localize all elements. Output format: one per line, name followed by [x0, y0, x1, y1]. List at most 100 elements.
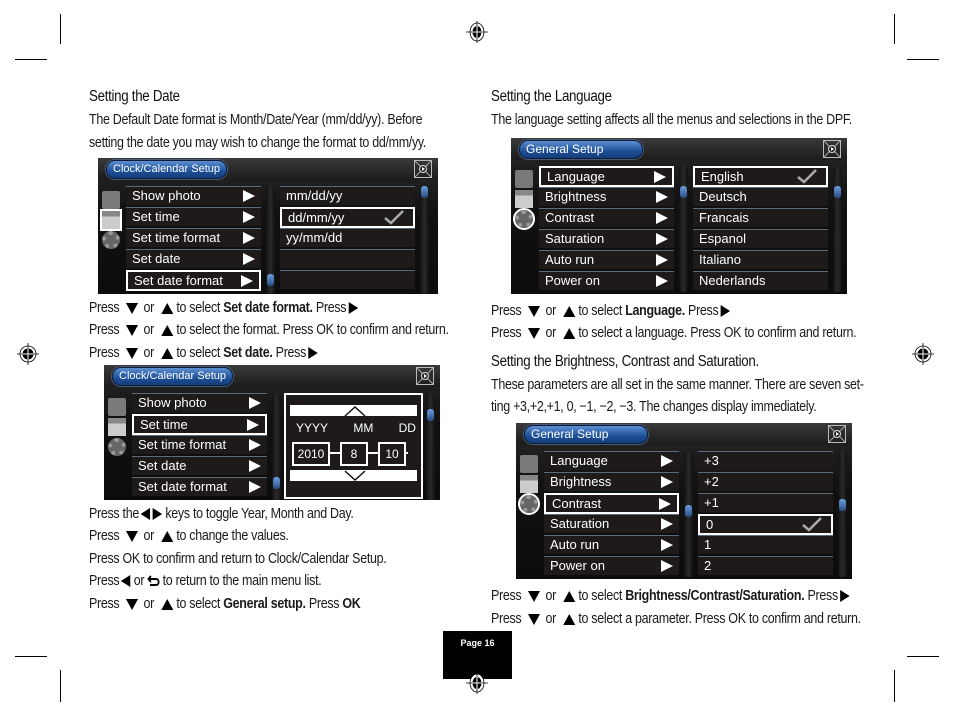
- page-number: Page 16: [460, 638, 495, 648]
- photo-icon[interactable]: [102, 191, 120, 209]
- chevron-up-icon[interactable]: [344, 405, 366, 417]
- instruction-line: Press or to select Set date. Press: [89, 343, 319, 363]
- option-scrollbar[interactable]: [420, 186, 429, 294]
- option-item-selected[interactable]: dd/mm/yy: [280, 207, 415, 228]
- crop-mark: [907, 656, 939, 657]
- menu-item[interactable]: Power on: [544, 556, 679, 575]
- menu-item-selected[interactable]: Language: [539, 166, 674, 187]
- menu-item[interactable]: Show photo: [126, 186, 261, 205]
- calendar-icon[interactable]: [520, 475, 538, 493]
- gear-icon[interactable]: [513, 208, 535, 230]
- instruction-line: Press or to select a parameter. Press OK t…: [491, 611, 861, 627]
- up-arrow-icon: [562, 305, 575, 317]
- chevron-right-icon: [656, 254, 668, 266]
- gear-icon[interactable]: [108, 438, 126, 456]
- option-scrollbar[interactable]: [426, 393, 435, 500]
- option-item[interactable]: +2: [698, 472, 833, 491]
- registration-mark-icon: [17, 343, 39, 365]
- option-item[interactable]: Nederlands: [693, 271, 828, 290]
- menu-item[interactable]: Brightness: [544, 472, 679, 491]
- crop-mark: [15, 656, 47, 657]
- menu-item[interactable]: Brightness: [539, 187, 674, 206]
- device-screen-set-date: Clock/Calendar Setup Show photo Set time…: [104, 365, 440, 500]
- device-screen-date-format: Clock/Calendar Setup Show photo Set time…: [98, 158, 438, 294]
- option-item[interactable]: Deutsch: [693, 187, 828, 206]
- up-arrow-icon: [562, 327, 575, 339]
- menu-scrollbar[interactable]: [684, 451, 693, 577]
- chevron-right-icon: [249, 481, 261, 493]
- menu-item[interactable]: Show photo: [132, 393, 267, 412]
- menu-item[interactable]: Set date format: [132, 477, 267, 496]
- side-icon-bar: [518, 449, 542, 515]
- option-item[interactable]: +1: [698, 493, 833, 512]
- calendar-icon[interactable]: [108, 418, 126, 436]
- down-arrow-icon: [528, 327, 541, 339]
- up-arrow-icon: [160, 530, 173, 542]
- photo-icon[interactable]: [515, 170, 533, 188]
- option-item[interactable]: [280, 249, 415, 268]
- section-heading-date: Setting the Date: [89, 88, 180, 105]
- menu-item-selected[interactable]: Set time: [132, 414, 267, 435]
- option-item[interactable]: 2: [698, 556, 833, 575]
- checkmark-icon: [384, 210, 404, 225]
- option-item[interactable]: [280, 270, 415, 289]
- option-item[interactable]: Italiano: [693, 250, 828, 269]
- calendar-icon[interactable]: [515, 190, 533, 208]
- option-item[interactable]: yy/mm/dd: [280, 228, 415, 247]
- slideshow-icon: [823, 140, 841, 158]
- option-item-selected[interactable]: 0: [698, 514, 833, 535]
- crop-mark: [60, 14, 61, 44]
- menu-scrollbar[interactable]: [679, 166, 688, 292]
- menu-scrollbar[interactable]: [272, 393, 281, 500]
- option-item[interactable]: mm/dd/yy: [280, 186, 415, 205]
- day-field[interactable]: 10: [378, 442, 406, 466]
- chevron-right-icon: [661, 476, 673, 488]
- up-arrow-icon: [160, 598, 173, 610]
- option-item[interactable]: 1: [698, 535, 833, 554]
- menu-item[interactable]: Set time format: [126, 228, 261, 247]
- instruction-line: Press OK to confirm and return to Clock/…: [89, 551, 387, 567]
- month-label: MM: [353, 421, 374, 435]
- menu-item[interactable]: Saturation: [544, 514, 679, 533]
- menu-item[interactable]: Set time: [126, 207, 261, 226]
- option-item[interactable]: +3: [698, 451, 833, 470]
- menu-item[interactable]: Set date: [132, 456, 267, 475]
- option-scrollbar[interactable]: [833, 166, 842, 292]
- chevron-right-icon: [249, 397, 261, 409]
- left-arrow-icon: [121, 575, 131, 588]
- registration-mark-icon: [466, 21, 488, 43]
- screen-title: Clock/Calendar Setup: [106, 160, 228, 179]
- menu-item[interactable]: Auto run: [544, 535, 679, 554]
- main-menu: Language Brightness Contrast Saturation …: [539, 166, 674, 294]
- instruction-line: Press or to select Brightness/Contrast/Sat…: [491, 586, 850, 606]
- year-field[interactable]: 2010: [292, 442, 330, 466]
- menu-item[interactable]: Set time format: [132, 435, 267, 454]
- chevron-right-icon: [661, 560, 673, 572]
- menu-item-selected[interactable]: Set date format: [126, 270, 261, 291]
- option-item-selected[interactable]: English: [693, 166, 828, 187]
- month-field[interactable]: 8: [340, 442, 368, 466]
- menu-scrollbar[interactable]: [266, 186, 275, 294]
- down-arrow-icon: [126, 324, 139, 336]
- menu-item[interactable]: Power on: [539, 271, 674, 290]
- chevron-right-icon: [249, 439, 261, 451]
- up-arrow-icon: [562, 590, 575, 602]
- gear-icon[interactable]: [518, 493, 540, 515]
- photo-icon[interactable]: [108, 398, 126, 416]
- menu-item[interactable]: Saturation: [539, 229, 674, 248]
- option-scrollbar[interactable]: [838, 451, 847, 577]
- menu-item[interactable]: Contrast: [539, 208, 674, 227]
- instruction-line: Press or to change the values.: [89, 528, 289, 544]
- side-icon-bar: [108, 391, 130, 458]
- menu-item[interactable]: Set date: [126, 249, 261, 268]
- down-arrow-icon: [126, 530, 139, 542]
- gear-icon[interactable]: [102, 231, 120, 249]
- menu-item[interactable]: Auto run: [539, 250, 674, 269]
- option-item[interactable]: Francais: [693, 208, 828, 227]
- menu-item[interactable]: Language: [544, 451, 679, 470]
- calendar-icon[interactable]: [100, 209, 122, 231]
- menu-item-selected[interactable]: Contrast: [544, 493, 679, 514]
- option-item[interactable]: Espanol: [693, 229, 828, 248]
- chevron-down-icon[interactable]: [344, 470, 366, 482]
- photo-icon[interactable]: [520, 455, 538, 473]
